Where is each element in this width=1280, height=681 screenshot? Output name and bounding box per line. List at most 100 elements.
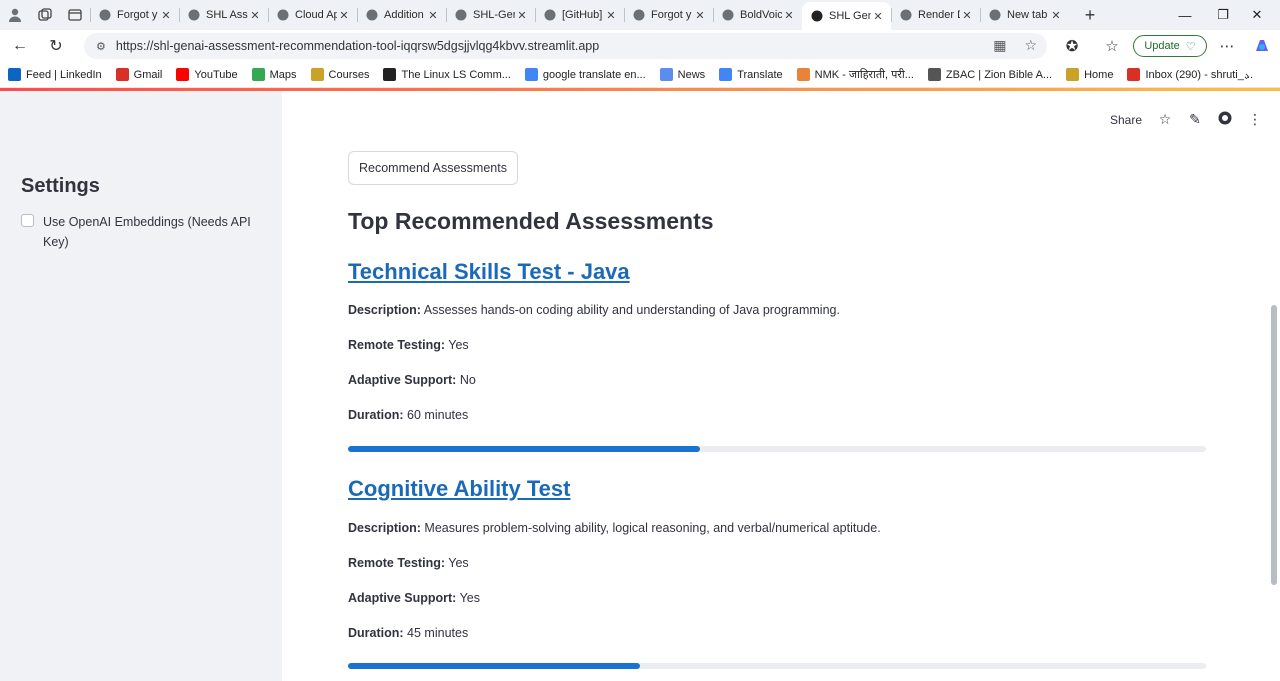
tab-strip: Forgot y✕SHL Asse✕Cloud Ap✕Addition✕SHL-… xyxy=(0,0,1280,30)
browser-tab[interactable]: SHL Gen ✕ xyxy=(802,2,891,30)
assessment-title-link[interactable]: Technical Skills Test - Java xyxy=(348,259,630,285)
profile-icon[interactable] xyxy=(0,0,30,30)
share-button[interactable]: Share xyxy=(1110,113,1142,127)
close-tab-icon[interactable]: ✕ xyxy=(159,9,173,22)
update-button[interactable]: Update ♡ xyxy=(1133,35,1207,57)
remote-testing-label: Remote Testing: xyxy=(348,556,445,570)
gmail-icon xyxy=(1127,68,1141,81)
bookmark-item[interactable]: Home xyxy=(1066,68,1113,81)
scrollbar-thumb[interactable] xyxy=(1271,305,1277,585)
description-value: Assesses hands-on coding ability and und… xyxy=(423,303,840,317)
github-icon[interactable] xyxy=(1218,111,1232,128)
chevron-right-icon[interactable]: › xyxy=(1245,68,1258,83)
openai-embeddings-checkbox[interactable]: Use OpenAI Embeddings (Needs API Key) xyxy=(21,212,261,252)
edit-icon[interactable]: ✎ xyxy=(1188,111,1202,128)
kebab-menu-icon[interactable]: ⋮ xyxy=(1248,111,1262,128)
reload-icon[interactable]: ↻ xyxy=(38,30,74,62)
bookmark-item[interactable]: News xyxy=(659,68,706,81)
copilot-icon[interactable] xyxy=(1250,30,1274,62)
assessment-title-link[interactable]: Cognitive Ability Test xyxy=(348,476,570,502)
favorites-icon[interactable]: ☆ xyxy=(1100,30,1124,62)
main-content: Share ☆ ✎ ⋮ Recommend Assessments Top Re… xyxy=(282,91,1280,681)
browser-tab[interactable]: BoldVoic ✕ xyxy=(713,0,802,30)
close-tab-icon[interactable]: ✕ xyxy=(426,9,440,22)
checkbox-box[interactable] xyxy=(21,214,34,227)
bookmark-label: Inbox (290) - shruti_... xyxy=(1145,68,1254,81)
browser-tab[interactable]: Addition ✕ xyxy=(357,0,446,30)
bookmark-item[interactable]: Feed | LinkedIn xyxy=(8,68,102,81)
back-icon[interactable]: ← xyxy=(2,30,38,62)
browser-tab[interactable]: New tab ✕ xyxy=(980,0,1069,30)
adaptive-support-value: No xyxy=(459,373,476,387)
url-field[interactable]: ⚙ https://shl-genai-assessment-recommend… xyxy=(84,33,1047,59)
courses-icon xyxy=(310,68,324,81)
browser-tab[interactable]: [GitHub] ✕ xyxy=(535,0,624,30)
bookmark-item[interactable]: Translate xyxy=(719,68,783,81)
description-field: Description: Measures problem-solving ab… xyxy=(348,521,881,535)
bookmark-label: Courses xyxy=(328,68,370,81)
recommend-assessments-button[interactable]: Recommend Assessments xyxy=(348,151,518,185)
remote-testing-field: Remote Testing: Yes xyxy=(348,338,469,352)
bookmark-label: Maps xyxy=(269,68,297,81)
translate-icon xyxy=(719,68,733,81)
linux-icon xyxy=(383,68,397,81)
site-info-icon[interactable]: ⚙ xyxy=(96,40,106,53)
close-tab-icon[interactable]: ✕ xyxy=(337,9,351,22)
close-tab-icon[interactable]: ✕ xyxy=(960,9,974,22)
close-tab-icon[interactable]: ✕ xyxy=(604,9,618,22)
close-tab-icon[interactable]: ✕ xyxy=(1049,9,1063,22)
new-tab-icon[interactable]: + xyxy=(1075,5,1105,26)
github-icon xyxy=(632,8,646,22)
boldvoice-icon xyxy=(721,8,735,22)
browser-tab[interactable]: Render D✕ xyxy=(891,0,980,30)
tab-actions-icon[interactable] xyxy=(60,0,90,30)
bookmark-label: News xyxy=(677,68,706,81)
bookmark-item[interactable]: Maps xyxy=(251,68,297,81)
heart-icon: ♡ xyxy=(1185,40,1196,53)
duration-field: Duration: 45 minutes xyxy=(348,626,468,640)
bookmark-item[interactable]: google translate en... xyxy=(524,68,646,81)
browser-tab[interactable]: Forgot y ✕ xyxy=(624,0,713,30)
bookmark-item[interactable]: The Linux LS Comm... xyxy=(383,68,511,81)
extensions-icon[interactable]: ✪ xyxy=(1060,30,1084,62)
browser-tab[interactable]: Forgot y ✕ xyxy=(90,0,179,30)
update-label: Update xyxy=(1144,40,1180,52)
browser-tab[interactable]: SHL Asse✕ xyxy=(179,0,268,30)
tab-title: New tab xyxy=(1007,9,1048,21)
close-tab-icon[interactable]: ✕ xyxy=(693,9,707,22)
tab-title: Addition xyxy=(384,9,424,21)
tab-title: Forgot y xyxy=(651,9,692,21)
workspaces-icon[interactable] xyxy=(30,0,60,30)
newtab-icon xyxy=(988,8,1002,22)
close-tab-icon[interactable]: ✕ xyxy=(871,10,885,23)
render-icon xyxy=(276,8,290,22)
bookmark-label: Translate xyxy=(737,68,783,81)
score-progress-bar xyxy=(348,446,1206,452)
bookmark-item[interactable]: ZBAC | Zion Bible A... xyxy=(927,68,1052,81)
favorite-star-icon[interactable]: ☆ xyxy=(1024,37,1037,54)
close-tab-icon[interactable]: ✕ xyxy=(782,9,796,22)
duration-value: 60 minutes xyxy=(407,408,469,422)
duration-value: 45 minutes xyxy=(407,626,469,640)
bookmark-item[interactable]: YouTube xyxy=(176,68,238,81)
bookmark-item[interactable]: NMK - जाहिराती, परी... xyxy=(796,67,914,82)
remote-testing-value: Yes xyxy=(448,556,469,570)
linkedin-icon xyxy=(8,68,21,81)
tab-title: Render D xyxy=(918,9,960,21)
browser-tab[interactable]: Cloud Ap ✕ xyxy=(268,0,357,30)
bookmarks-bar: Feed | LinkedIn Gmail YouTube Maps Courses Th… xyxy=(0,62,1280,88)
close-window-icon[interactable]: ✕ xyxy=(1234,0,1280,30)
close-tab-icon[interactable]: ✕ xyxy=(515,9,529,22)
more-menu-icon[interactable]: ⋯ xyxy=(1215,30,1239,62)
browser-tab[interactable]: SHL-Gen ✕ xyxy=(446,0,535,30)
bookmark-item[interactable]: Courses xyxy=(310,68,370,81)
bookmark-item[interactable]: Inbox (290) - shruti_... xyxy=(1127,68,1253,81)
bookmark-item[interactable]: Gmail xyxy=(115,68,162,81)
app-install-icon[interactable]: ▦ xyxy=(993,37,1006,54)
star-icon[interactable]: ☆ xyxy=(1158,111,1172,128)
assessment-card: Cognitive Ability Test Description: Meas… xyxy=(348,476,1206,669)
close-tab-icon[interactable]: ✕ xyxy=(248,9,262,22)
tabs-container: Forgot y✕SHL Asse✕Cloud Ap✕Addition✕SHL-… xyxy=(90,0,1069,30)
render-icon xyxy=(899,8,913,22)
tab-title: [GitHub] xyxy=(562,9,603,21)
